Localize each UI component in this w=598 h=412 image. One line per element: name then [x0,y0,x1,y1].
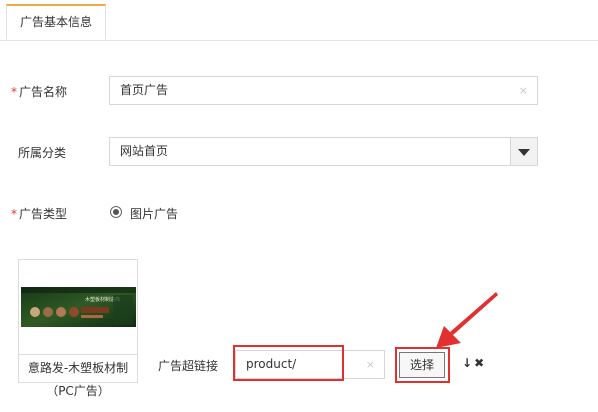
delete-x-icon[interactable]: ✖ [474,356,484,370]
clear-icon[interactable]: × [519,77,528,104]
select-highlight-box [395,347,450,383]
image-thumbnail-box[interactable]: 木塑板材制造商 意路发-木塑板材制 [18,259,138,383]
red-pointer-arrow-icon [436,292,498,348]
dropdown-arrow-icon [518,149,530,156]
ad-name-input[interactable]: 首页广告 × [109,76,538,105]
link-label: 广告超链接 [158,359,219,373]
ad-type-label: * 广告类型 [11,205,67,222]
required-mark: * [11,207,17,221]
ad-name-label: * 广告名称 [11,83,67,100]
required-mark: * [11,85,17,99]
row-actions: ↓ ✖ [462,356,484,370]
ad-name-value: 首页广告 [120,83,169,97]
category-select[interactable]: 网站首页 [109,137,538,166]
image-ad-radio[interactable] [110,206,122,218]
tab-bar: 广告基本信息 [0,0,598,41]
category-label: 所属分类 [18,146,67,160]
link-highlight-box [233,345,344,381]
pc-ad-caption: （PC广告） [46,384,110,398]
banner-thumbnail-image: 木塑板材制造商 [21,287,136,327]
dropdown-button[interactable] [510,138,537,165]
ad-type-label-text: 广告类型 [19,207,68,221]
category-value: 网站首页 [120,144,169,158]
image-name-field[interactable]: 意路发-木塑板材制 [19,354,137,382]
radio-selected-dot [113,209,119,215]
image-ad-option-label[interactable]: 图片广告 [130,205,178,222]
tab-basic-info[interactable]: 广告基本信息 [6,4,106,40]
ad-name-label-text: 广告名称 [19,85,68,99]
clear-icon[interactable]: × [366,351,375,378]
arrow-down-icon[interactable]: ↓ [462,356,472,370]
